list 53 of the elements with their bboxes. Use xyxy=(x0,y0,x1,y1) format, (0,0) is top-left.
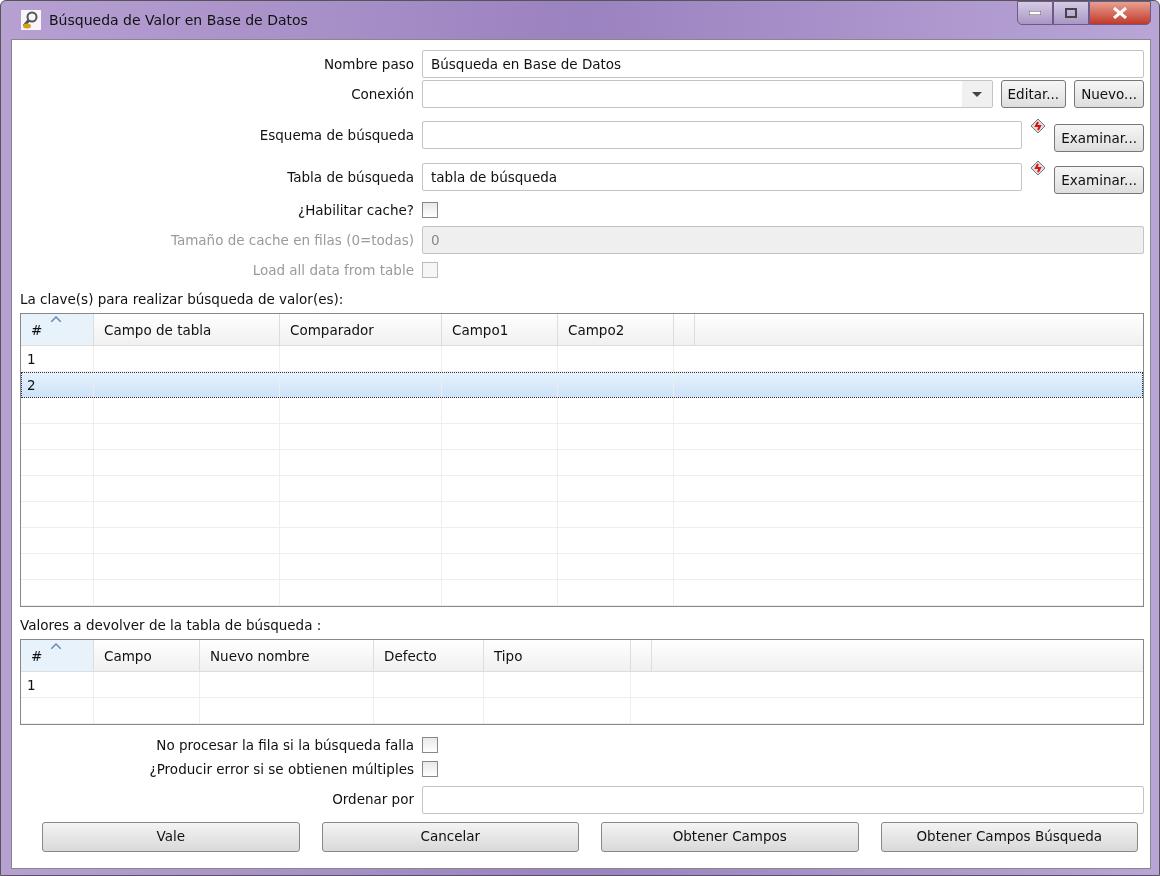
field-label: Nombre paso xyxy=(322,54,414,74)
column-header[interactable]: # xyxy=(21,313,94,345)
text-field[interactable] xyxy=(422,121,1023,149)
column-header[interactable]: Campo1 xyxy=(442,313,558,345)
maximize-icon xyxy=(1065,8,1077,18)
field-label: Ordenar por xyxy=(331,790,414,810)
magnifier-icon xyxy=(21,10,41,30)
minimize-icon xyxy=(1029,11,1041,15)
table-cell: 1 xyxy=(21,345,94,371)
table-cell: 2 xyxy=(21,371,94,397)
edit-button[interactable]: Editar... xyxy=(1000,80,1067,108)
field-label: Esquema de búsqueda xyxy=(258,125,414,145)
minimize-button[interactable] xyxy=(1017,1,1053,25)
field-label: No procesar la fila si la búsqueda falla xyxy=(155,736,414,755)
column-header[interactable]: Campo xyxy=(94,640,200,671)
column-header[interactable]: Campo de tabla xyxy=(94,313,280,345)
column-header[interactable]: Defecto xyxy=(374,640,484,671)
browse-button[interactable]: Examinar... xyxy=(1054,124,1144,152)
checkbox[interactable] xyxy=(422,737,438,754)
column-header[interactable]: # xyxy=(21,640,94,671)
table-cell: 1 xyxy=(21,672,94,697)
close-button[interactable] xyxy=(1089,1,1151,25)
section-label: La clave(s) para realizar búsqueda de valor(es): xyxy=(20,289,345,309)
close-icon xyxy=(1113,7,1127,19)
dialog-button[interactable]: Obtener Campos xyxy=(601,821,859,852)
maximize-button[interactable] xyxy=(1053,1,1089,25)
column-header[interactable]: Tipo xyxy=(484,640,631,671)
dialog-button[interactable]: Cancelar xyxy=(321,821,579,852)
text-field[interactable]: tabla de búsqueda xyxy=(422,163,1023,191)
dialog-button[interactable]: Vale xyxy=(42,821,300,852)
field-label: Load all data from table xyxy=(251,261,414,281)
required-icon xyxy=(1030,160,1047,176)
section-label: Valores a devolver de la tabla de búsqueda : xyxy=(20,615,323,635)
new-button[interactable]: Nuevo... xyxy=(1074,80,1144,108)
field-label: Tabla de búsqueda xyxy=(286,167,414,187)
column-header[interactable]: Comparador xyxy=(280,313,442,345)
field-label: ¿Producir error si se obtienen múltiples xyxy=(148,760,414,780)
table-row[interactable]: 1 xyxy=(21,345,1143,372)
text-field[interactable] xyxy=(422,785,1144,814)
column-header[interactable]: Campo2 xyxy=(558,313,674,345)
required-icon xyxy=(1030,118,1047,134)
dialog-button[interactable]: Obtener Campos Búsqueda xyxy=(880,821,1138,852)
field-label: Tamaño de cache en filas (0=todas) xyxy=(169,231,414,251)
field-label: ¿Habilitar cache? xyxy=(297,201,414,220)
checkbox[interactable] xyxy=(422,202,438,219)
checkbox[interactable] xyxy=(422,761,438,778)
field-label: Conexión xyxy=(350,84,414,104)
column-header[interactable]: Nuevo nombre xyxy=(200,640,374,671)
browse-button[interactable]: Examinar... xyxy=(1054,166,1144,194)
table-row[interactable]: 2 xyxy=(21,371,1143,398)
text-field[interactable]: Búsqueda en Base de Datos xyxy=(422,50,1144,78)
table-row[interactable]: 1 xyxy=(21,672,1143,698)
window-title: Búsqueda de Valor en Base de Datos xyxy=(49,10,308,30)
